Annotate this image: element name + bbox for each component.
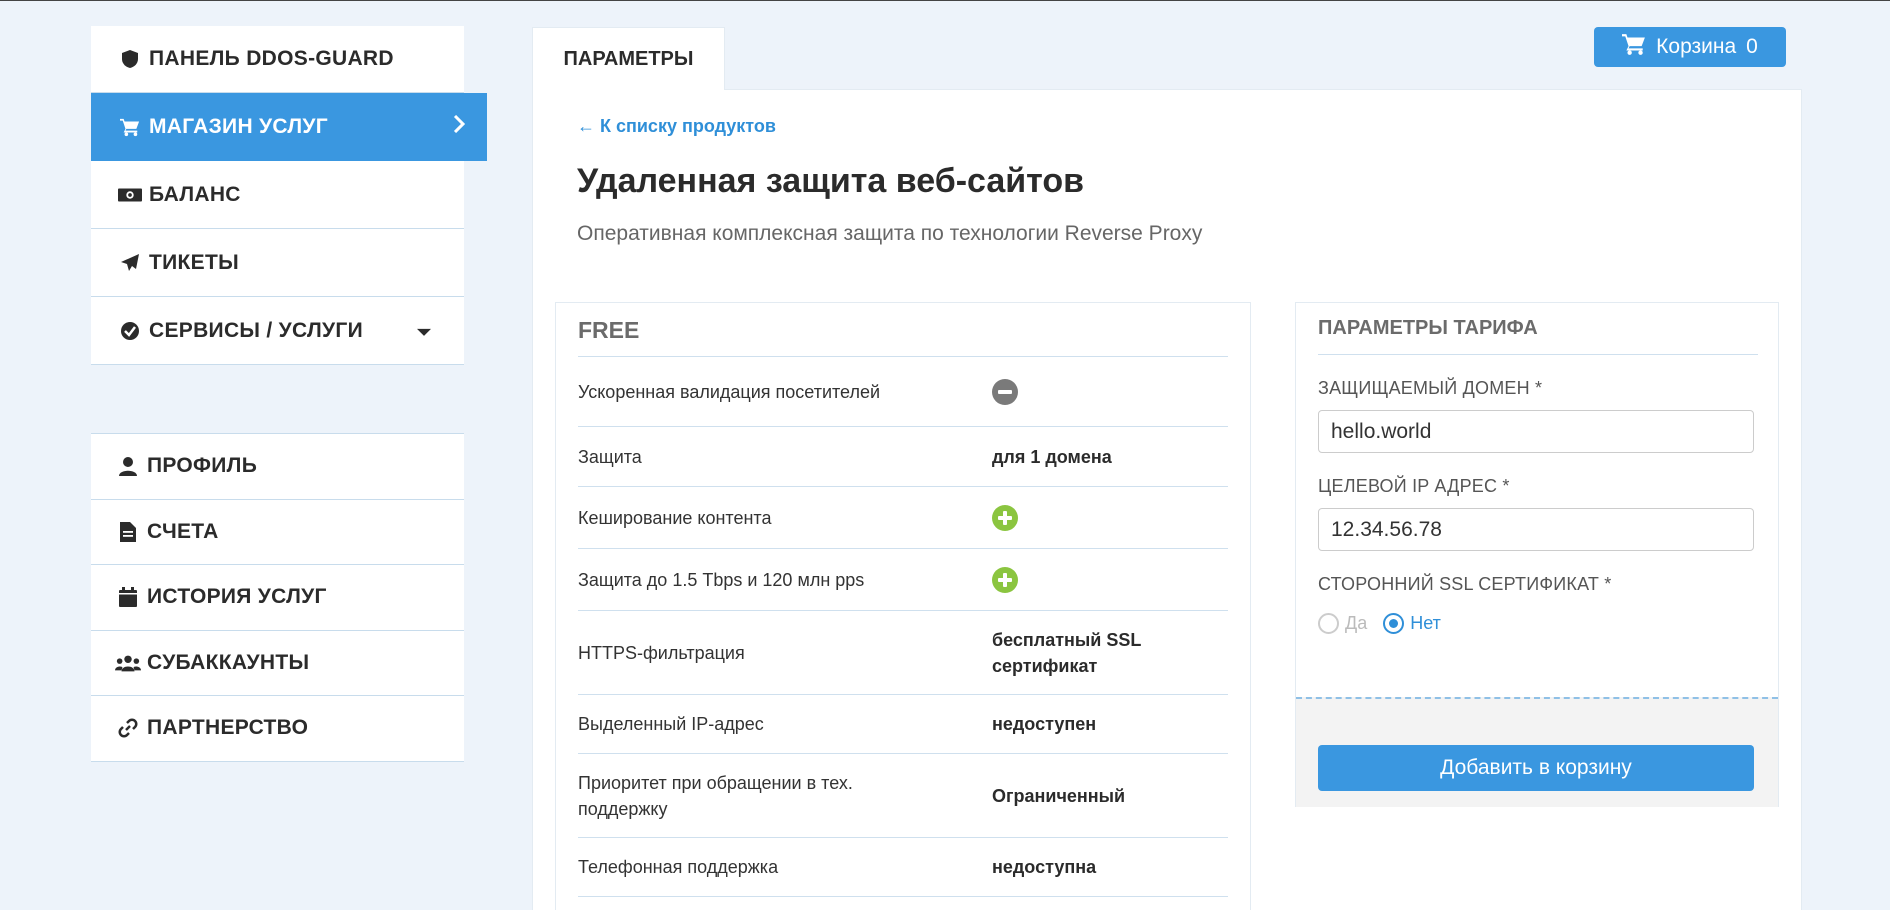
caret-down-icon [417,328,431,336]
page-title: Удаленная защита веб-сайтов [577,162,1085,200]
table-row: Приоритет при обращении в тех. поддержку… [578,754,1228,838]
table-row: Выделенный IP-адрес недоступен [578,695,1228,754]
cart-button[interactable]: Корзина 0 [1594,27,1786,67]
paper-plane-icon [117,252,143,274]
sidebar-item-label: ПАРТНЕРСТВО [147,716,309,740]
feature-label: Защита [578,446,642,467]
radio-dot [1383,613,1405,634]
table-row: HTTPS-фильтрация бесплатный SSL сертифик… [578,611,1228,695]
link-icon [115,717,141,739]
ip-input[interactable] [1318,508,1754,551]
sidebar-item-subaccounts[interactable]: СУБАККАУНТЫ [91,631,464,696]
sidebar-item-invoices[interactable]: СЧЕТА [91,500,464,565]
feature-value: недоступен [992,714,1097,734]
feature-value: бесплатный SSL сертификат [992,629,1142,676]
sidebar-item-tickets[interactable]: ТИКЕТЫ [91,229,464,297]
table-row: Ускоренная валидация посетителей [578,357,1228,427]
sidebar-item-history[interactable]: ИСТОРИЯ УСЛУГ [91,565,464,631]
sidebar-item-label: ПАНЕЛЬ DDOS-GUARD [149,47,394,70]
cart-label: Корзина [1656,35,1737,58]
table-row: Защита для 1 домена [578,427,1228,487]
users-icon [115,652,141,674]
ssl-label: СТОРОННИЙ SSL СЕРТИФИКАТ * [1318,574,1612,594]
feature-label: Ускоренная валидация посетителей [578,381,881,402]
money-icon [117,184,143,206]
chevron-right-icon [453,114,466,139]
ip-label: ЦЕЛЕВОЙ IP АДРЕС * [1318,476,1510,496]
ssl-radio-group: Да Нет [1318,613,1441,634]
feature-value: Ограниченный [992,785,1126,806]
sidebar-item-label: МАГАЗИН УСЛУГ [149,114,328,138]
minus-circle-icon [992,378,1018,405]
cart-count: 0 [1746,35,1758,58]
sidebar-secondary: ПРОФИЛЬ СЧЕТА ИСТОРИЯ УСЛУГ СУБАККАУНТЫ … [91,433,464,762]
file-icon [115,521,141,543]
back-to-products-link[interactable]: ← К списку продуктов [577,116,776,137]
radio-label: Нет [1410,613,1441,633]
tab-parameters[interactable]: ПАРАМЕТРЫ [532,27,725,90]
radio-label: Да [1345,613,1368,633]
sidebar-item-balance[interactable]: БАЛАНС [91,161,464,229]
cart-icon [1622,33,1646,61]
sidebar-item-label: СЧЕТА [147,519,219,543]
sidebar-item-label: СЕРВИСЫ / УСЛУГИ [149,318,363,342]
feature-label: HTTPS-фильтрация [578,642,745,663]
page-subtitle: Оперативная комплексная защита по технол… [577,222,1203,245]
plan-features: Ускоренная валидация посетителей Защита … [578,356,1228,897]
sidebar-item-ddos-panel[interactable]: ПАНЕЛЬ DDOS-GUARD [91,26,464,93]
cart-icon [117,116,143,138]
user-icon [115,455,141,477]
sidebar-item-label: СУБАККАУНТЫ [147,650,310,674]
tariff-footer: Добавить в корзину [1296,697,1778,807]
table-row: Защита до 1.5 Tbps и 120 млн pps [578,549,1228,611]
domain-label: ЗАЩИЩАЕМЫЙ ДОМЕН * [1318,378,1543,398]
radio-dot [1318,613,1339,634]
sidebar-item-label: ИСТОРИЯ УСЛУГ [147,585,327,609]
tariff-params-panel: ПАРАМЕТРЫ ТАРИФА ЗАЩИЩАЕМЫЙ ДОМЕН * ЦЕЛЕ… [1295,302,1779,807]
plus-circle-icon [992,504,1018,531]
feature-label: Кеширование контента [578,507,772,528]
sidebar-item-label: БАЛАНС [149,182,241,206]
table-row: Телефонная поддержка недоступна [578,838,1228,897]
ssl-no-radio[interactable]: Нет [1383,613,1441,634]
sidebar-item-label: ТИКЕТЫ [149,250,239,274]
plan-name: FREE [578,317,640,343]
plan-card: FREE Ускоренная валидация посетителей За… [555,302,1251,910]
tariff-title: ПАРАМЕТРЫ ТАРИФА [1318,317,1758,355]
sidebar-item-profile[interactable]: ПРОФИЛЬ [91,434,464,500]
shield-icon [117,48,143,70]
sidebar-item-services[interactable]: СЕРВИСЫ / УСЛУГИ [91,297,464,365]
ssl-yes-radio[interactable]: Да [1318,613,1367,634]
feature-label: Защита до 1.5 Tbps и 120 млн pps [578,569,865,590]
feature-value: недоступна [992,857,1097,877]
plus-circle-icon [992,566,1018,593]
table-row: Кеширование контента [578,487,1228,549]
sidebar-primary: ПАНЕЛЬ DDOS-GUARD МАГАЗИН УСЛУГ БАЛАНС Т… [91,26,487,365]
domain-input[interactable] [1318,410,1754,453]
feature-value: для 1 домена [992,446,1112,467]
sidebar-item-label: ПРОФИЛЬ [147,454,258,478]
calendar-icon [115,586,141,608]
feature-label: Телефонная поддержка [578,857,779,877]
feature-label: Выделенный IP-адрес [578,714,764,734]
add-to-cart-button[interactable]: Добавить в корзину [1318,745,1754,791]
main-panel: ← К списку продуктов Удаленная защита ве… [532,89,1802,910]
sidebar-item-shop[interactable]: МАГАЗИН УСЛУГ [91,93,487,161]
feature-label: Приоритет при обращении в тех. поддержку [578,772,853,819]
sidebar: ПАНЕЛЬ DDOS-GUARD МАГАЗИН УСЛУГ БАЛАНС Т… [91,26,487,762]
check-circle-icon [117,320,143,342]
sidebar-item-partnership[interactable]: ПАРТНЕРСТВО [91,696,464,762]
